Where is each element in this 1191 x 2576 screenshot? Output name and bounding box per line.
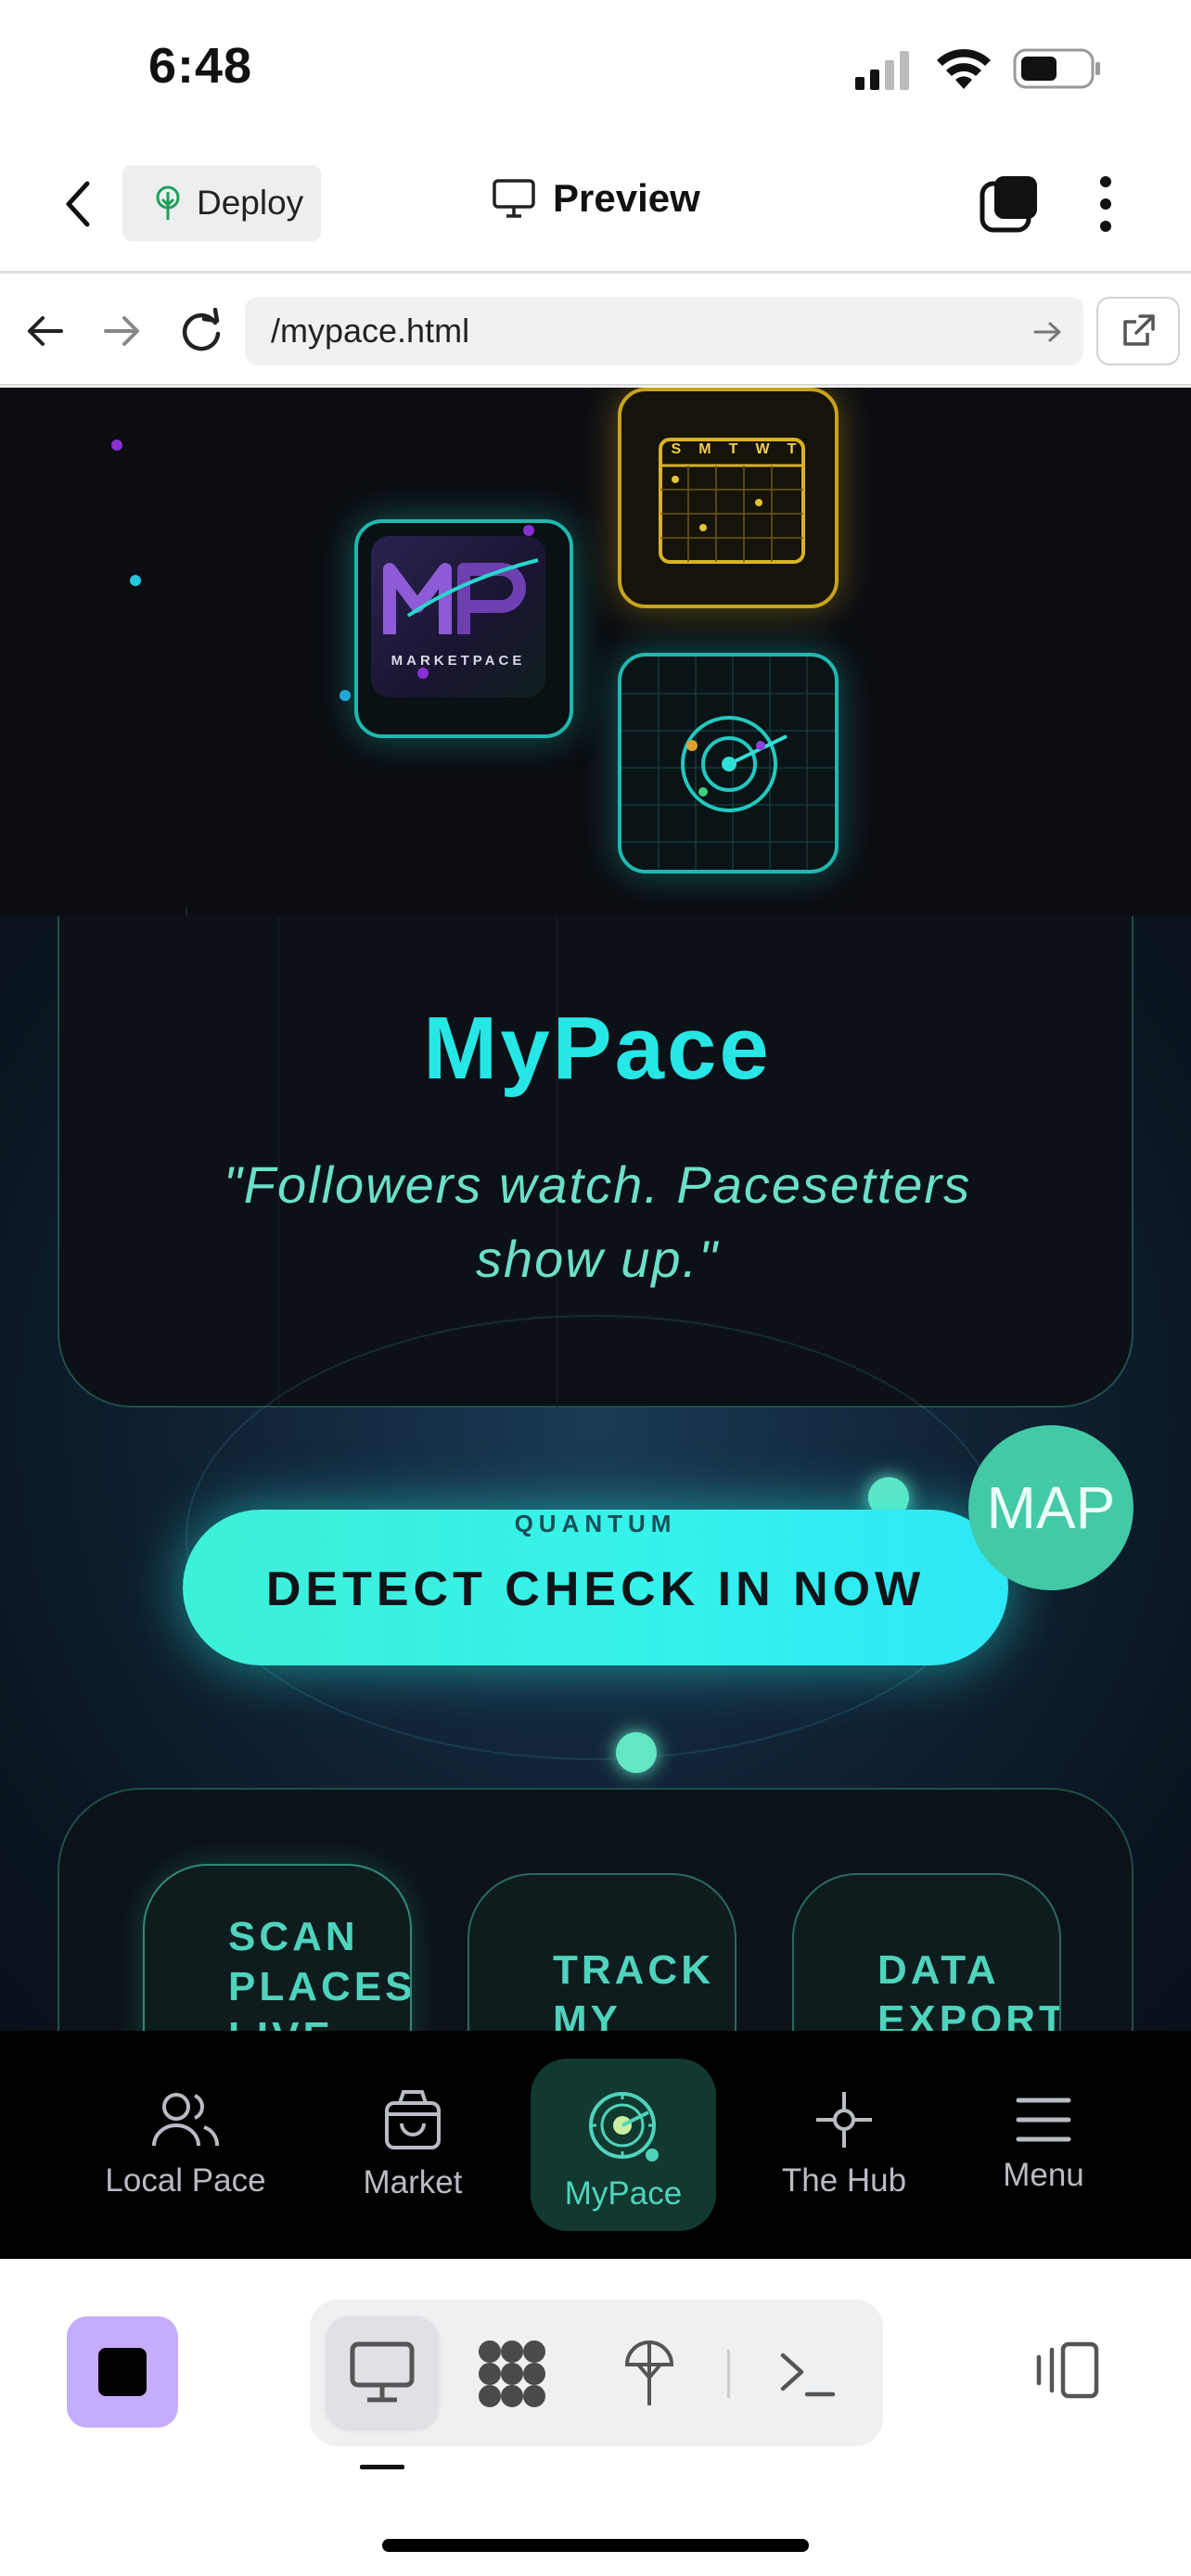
desktop-preview-icon[interactable] xyxy=(349,2340,416,2405)
preview-label: Preview xyxy=(553,176,700,220)
segment-divider xyxy=(727,2350,730,2398)
feature-track-my[interactable]: TRACK MY xyxy=(467,1873,736,2031)
deploy-tree-icon[interactable] xyxy=(621,2337,677,2409)
bottom-tab-bar: Local Pace Market MyPace The Hub Menu xyxy=(0,2031,1191,2259)
url-text: /mypace.html xyxy=(271,312,470,350)
browser-back-icon[interactable] xyxy=(24,310,67,352)
detect-check-in-button[interactable]: QUANTUM DETECT CHECK IN NOW xyxy=(183,1510,1008,1665)
button-sublabel: QUANTUM xyxy=(514,1510,677,1537)
cellular-signal-icon xyxy=(855,51,909,90)
hub-node-icon xyxy=(816,2092,872,2148)
go-arrow-icon[interactable] xyxy=(1033,319,1063,345)
deploy-button[interactable]: Deploy xyxy=(122,165,321,241)
view-mode-switcher xyxy=(310,2300,883,2446)
tab-label: The Hub xyxy=(781,2162,907,2199)
url-input[interactable]: /mypace.html xyxy=(245,297,1083,365)
tab-label: Menu xyxy=(1003,2157,1084,2193)
deploy-tree-icon xyxy=(156,185,180,220)
tab-label: Local Pace xyxy=(105,2162,266,2199)
device-layout-icon[interactable] xyxy=(1033,2340,1100,2400)
tab-label: Market xyxy=(363,2164,463,2200)
reload-icon[interactable] xyxy=(178,308,224,354)
selected-segment-indicator xyxy=(360,2465,404,2469)
puzzle-pattern-icon[interactable] xyxy=(477,2339,547,2409)
stop-button[interactable] xyxy=(67,2316,178,2428)
tab-local-pace[interactable]: Local Pace xyxy=(83,2031,288,2259)
tab-market[interactable]: Market xyxy=(325,2031,501,2259)
deploy-label: Deploy xyxy=(197,184,304,222)
feature-data-export[interactable]: DATA EXPORT xyxy=(792,1873,1061,2031)
back-chevron-icon[interactable] xyxy=(59,178,96,230)
day-label: M xyxy=(698,441,711,457)
wifi-icon xyxy=(937,48,991,89)
calendar-day-labels: S M T W T xyxy=(662,441,805,465)
stop-icon xyxy=(98,2348,147,2396)
tab-mypace[interactable]: MyPace xyxy=(531,2031,716,2259)
calendar-tile[interactable]: S M T W T xyxy=(618,388,839,608)
day-label: T xyxy=(728,441,738,457)
tab-label: MyPace xyxy=(564,2175,683,2212)
hero-section: MARKETPACE S M T W T xyxy=(0,388,1191,914)
tab-the-hub[interactable]: The Hub xyxy=(751,2031,937,2259)
features-panel: SCAN PLACES LIVE TRACK MY DATA EXPORT xyxy=(58,1788,1133,2031)
battery-icon xyxy=(1013,48,1100,89)
page-title: MyPace xyxy=(423,999,772,1098)
radar-icon xyxy=(621,657,835,870)
radar-icon xyxy=(589,2092,659,2162)
radar-tile[interactable] xyxy=(618,653,839,874)
browser-url-bar: /mypace.html xyxy=(0,276,1191,386)
external-link-icon xyxy=(1123,314,1155,346)
monitor-icon xyxy=(493,179,535,218)
terminal-icon[interactable] xyxy=(779,2346,835,2402)
shopping-bag-icon xyxy=(385,2090,441,2149)
tab-menu[interactable]: Menu xyxy=(965,2031,1122,2259)
preview-title: Preview xyxy=(492,176,700,221)
feature-scan-places[interactable]: SCAN PLACES LIVE xyxy=(143,1864,412,2031)
marketpace-logo-icon xyxy=(383,558,539,634)
app-header: Deploy Preview xyxy=(0,139,1191,274)
web-content: MARKETPACE S M T W T MyPace "Followers w… xyxy=(0,388,1191,2031)
users-icon xyxy=(152,2093,219,2147)
day-label: S xyxy=(671,441,682,457)
day-label: W xyxy=(755,441,770,457)
bottom-toolbar xyxy=(0,2259,1191,2576)
map-fab-button[interactable]: MAP xyxy=(968,1425,1133,1590)
day-label: T xyxy=(787,441,797,457)
orbit-dot xyxy=(616,1732,657,1773)
home-indicator xyxy=(382,2539,809,2552)
browser-forward-icon[interactable] xyxy=(100,310,143,352)
more-vertical-icon[interactable] xyxy=(1096,174,1115,234)
logo-wordmark: MARKETPACE xyxy=(391,653,526,669)
open-external-button[interactable] xyxy=(1096,297,1180,365)
marketpace-logo-tile[interactable]: MARKETPACE xyxy=(354,519,573,738)
feature-label: SCAN PLACES LIVE xyxy=(228,1914,412,2031)
status-time: 6:48 xyxy=(148,38,253,94)
tabs-switcher-icon[interactable] xyxy=(980,174,1039,234)
tagline: "Followers watch. Pacesetters show up." xyxy=(223,1155,972,1288)
button-label: DETECT CHECK IN NOW xyxy=(265,1562,926,1616)
status-bar: 6:48 xyxy=(0,0,1191,139)
hamburger-icon xyxy=(1016,2098,1071,2142)
feature-label: DATA EXPORT xyxy=(877,1947,1061,2031)
feature-label: TRACK MY xyxy=(553,1947,714,2031)
